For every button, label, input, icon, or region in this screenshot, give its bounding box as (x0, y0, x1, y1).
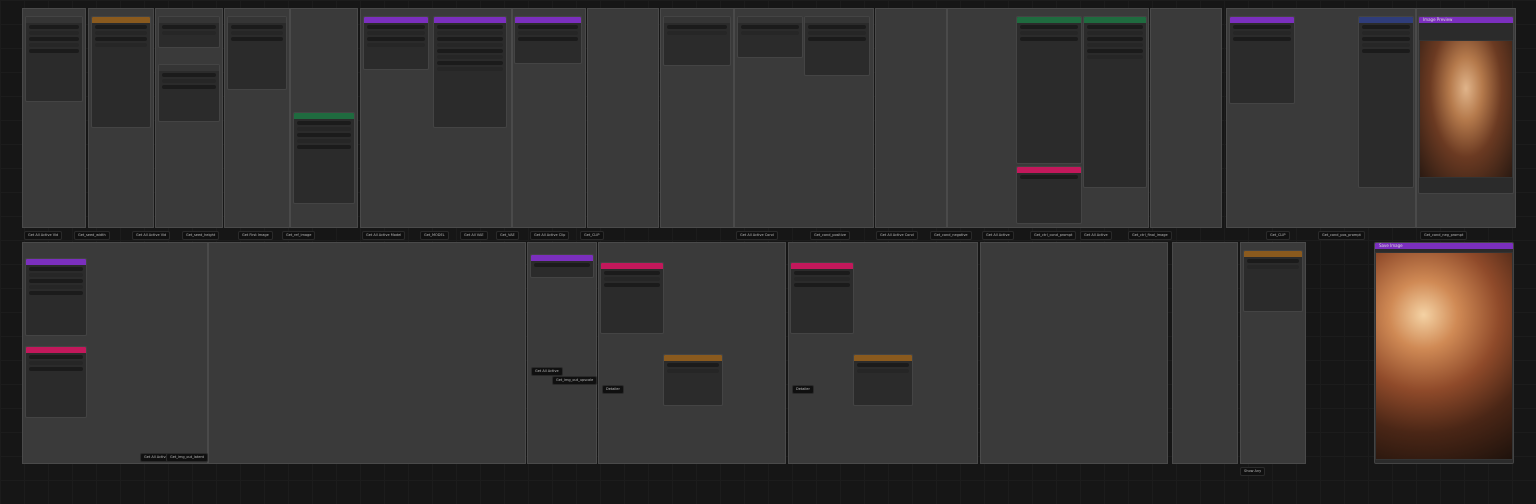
resize-node-2[interactable] (158, 64, 220, 122)
sampler-settings-node[interactable] (1229, 16, 1295, 104)
get-node-pill[interactable]: Get All Active Cond (736, 231, 778, 240)
get-node-pill[interactable]: Get_img_out_upscale (552, 376, 598, 385)
get-node-pill[interactable]: Get First Image (238, 231, 273, 240)
get-node-pill[interactable]: Get_ctrl_cond_prompt (1030, 231, 1077, 240)
group-box[interactable] (587, 8, 659, 228)
get-node-pill[interactable]: Get All Active (531, 367, 563, 376)
ksampler-node-b[interactable] (790, 262, 854, 334)
preprocessor-node[interactable] (227, 16, 287, 90)
group-box[interactable] (208, 242, 526, 464)
group-box[interactable] (1150, 8, 1222, 228)
get-node-pill[interactable]: Get_cond_pos_prompt (1318, 231, 1365, 240)
get-node-pill[interactable]: Get_VAE (496, 231, 519, 240)
model-loader-node[interactable] (363, 16, 429, 70)
get-node-pill[interactable]: Get_seed_width (74, 231, 110, 240)
get-node-pill[interactable]: Get All Active Model (362, 231, 406, 240)
get-node-pill[interactable]: Get All Active (1080, 231, 1112, 240)
upscaler-node[interactable] (1243, 250, 1303, 312)
show-any-pill[interactable]: Show Any (1240, 467, 1266, 476)
group-box[interactable] (980, 242, 1168, 464)
upscale-settings-node[interactable] (1358, 16, 1414, 188)
detector-node[interactable] (530, 254, 594, 278)
prompt-styler-node[interactable] (1083, 16, 1147, 188)
lora-stack-node[interactable] (433, 16, 507, 128)
sampler-settings-node-b[interactable] (25, 346, 87, 418)
detailer-pill[interactable]: Detailer (792, 385, 814, 394)
group-box[interactable] (875, 8, 947, 228)
get-node-pill[interactable]: Get All VAE (460, 231, 488, 240)
conditioning-node[interactable] (804, 16, 870, 76)
get-node-pill[interactable]: Get All Active Vid (24, 231, 63, 240)
load-image-node[interactable] (25, 16, 83, 102)
get-node-pill[interactable]: Get_CLIP (580, 231, 604, 240)
controlnet-node[interactable] (737, 16, 803, 58)
bus-node[interactable] (663, 16, 731, 66)
get-node-pill[interactable]: Get All Active Vid (132, 231, 171, 240)
workflow-canvas[interactable]: Image Preview Save Image Get All Active … (0, 0, 1536, 504)
preview-image-bottom (1375, 252, 1513, 460)
get-node-pill[interactable]: Get All Active Cond (876, 231, 918, 240)
get-node-pill[interactable]: Get_cond_neg_prompt (1420, 231, 1468, 240)
resize-node[interactable] (158, 16, 220, 48)
get-node-pill[interactable]: Get All Active Clip (530, 231, 570, 240)
get-node-pill[interactable]: Get_MODEL (420, 231, 449, 240)
prompt-negative-node[interactable] (1016, 166, 1082, 224)
get-node-pill[interactable]: Get_cond_positive (810, 231, 850, 240)
detailer-node-b[interactable] (853, 354, 913, 406)
get-node-pill[interactable]: Get_CLIP (1266, 231, 1290, 240)
get-node-pill[interactable]: Get_ctrl_final_image (1128, 231, 1172, 240)
get-node-pill[interactable]: Get_cond_negative (930, 231, 972, 240)
get-node-pill[interactable]: Get_img_out_latent (166, 453, 209, 462)
detailer-pill[interactable]: Detailer (602, 385, 624, 394)
text-node[interactable] (293, 112, 355, 204)
prompt-positive-node[interactable] (1016, 16, 1082, 164)
sampler-node[interactable] (25, 258, 87, 336)
detailer-node-a[interactable] (663, 354, 723, 406)
lora-loader-node[interactable] (514, 16, 582, 64)
group-box[interactable] (1172, 242, 1238, 464)
image-size-node[interactable] (91, 16, 151, 128)
ksampler-node-a[interactable] (600, 262, 664, 334)
get-node-pill[interactable]: Get_ref_image (282, 231, 316, 240)
preview-image-top (1419, 40, 1513, 178)
get-node-pill[interactable]: Get All Active (982, 231, 1014, 240)
get-node-pill[interactable]: Get_seed_height (182, 231, 220, 240)
